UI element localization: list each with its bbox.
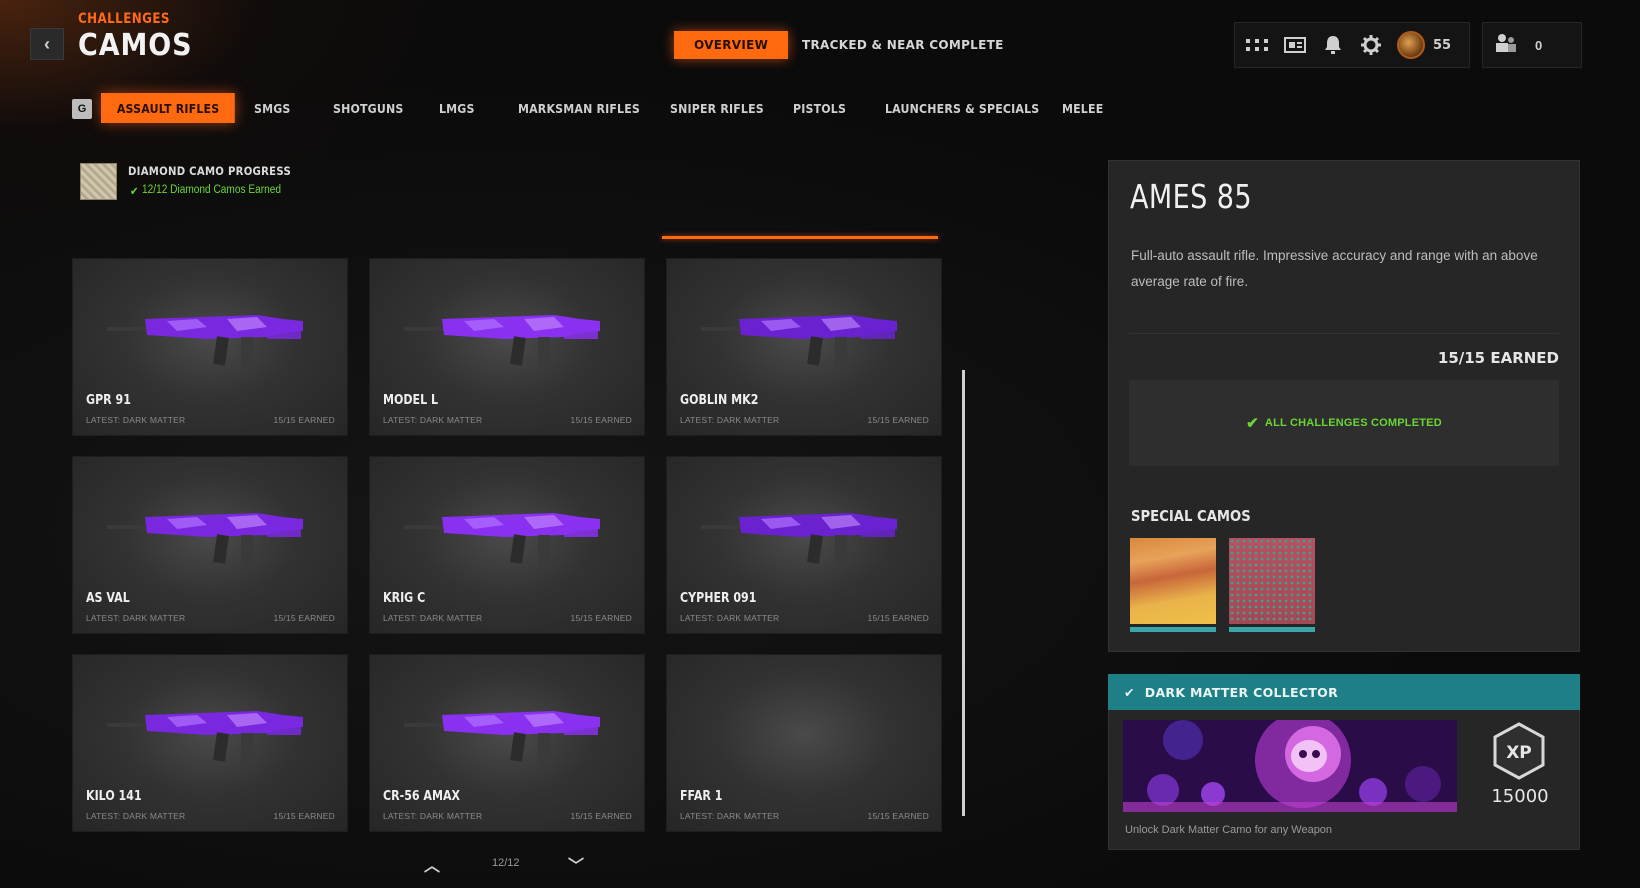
tab-pistols[interactable]: PISTOLS — [793, 93, 846, 123]
weapon-card[interactable]: AS VAL LATEST: DARK MATTER 15/15 EARNED — [72, 456, 348, 634]
weapon-card-earned: 15/15 EARNED — [273, 613, 335, 623]
weapon-card[interactable]: MODEL L LATEST: DARK MATTER 15/15 EARNED — [369, 258, 645, 436]
reward-description: Unlock Dark Matter Camo for any Weapon — [1125, 824, 1333, 836]
weapon-image — [107, 297, 317, 377]
weapon-card-name: GOBLIN MK2 — [680, 393, 759, 408]
party-count: 0 — [1535, 37, 1543, 53]
page-title: CAMOS — [78, 28, 193, 63]
utility-bar: 55 — [1234, 22, 1470, 68]
chevron-left-icon: ‹ — [44, 33, 50, 54]
tab-sniper-rifles[interactable]: SNIPER RIFLES — [670, 93, 764, 123]
breadcrumb: CHALLENGES — [78, 11, 170, 27]
svg-text:XP: XP — [1506, 743, 1532, 763]
weapon-image — [701, 297, 911, 377]
player-avatar[interactable] — [1397, 31, 1425, 59]
weapon-card-latest: LATEST: DARK MATTER — [86, 811, 186, 821]
reward-calling-card[interactable] — [1123, 720, 1457, 812]
weapon-card[interactable]: GOBLIN MK2 LATEST: DARK MATTER 15/15 EARNE… — [666, 258, 942, 436]
selection-indicator — [662, 236, 938, 239]
back-button[interactable]: ‹ — [30, 28, 64, 60]
weapon-name: AMES 85 — [1130, 177, 1253, 216]
key-hint-g: G — [72, 99, 92, 119]
id-card-icon[interactable] — [1283, 33, 1307, 57]
scrollbar[interactable] — [962, 370, 965, 816]
reward-header: ✔ DARK MATTER COLLECTOR — [1108, 674, 1580, 710]
diamond-progress-status: ✔ 12/12 Diamond Camos Earned — [130, 184, 281, 198]
check-icon: ✔ — [1246, 415, 1259, 432]
weapon-image — [404, 297, 614, 377]
weapon-card-name: KILO 141 — [86, 789, 142, 804]
weapon-card-earned: 15/15 EARNED — [867, 811, 929, 821]
weapon-image — [701, 495, 911, 575]
weapon-card-name: CR-56 AMAX — [383, 789, 461, 804]
page-up-button[interactable]: ︿ — [424, 852, 440, 876]
special-camos-title: SPECIAL CAMOS — [1131, 507, 1251, 525]
reward-panel: XP 15000 Unlock Dark Matter Camo for any… — [1108, 710, 1580, 850]
diamond-progress-title: DIAMOND CAMO PROGRESS — [128, 164, 292, 178]
page-down-button[interactable]: ﹀ — [568, 852, 584, 876]
party-icon — [1495, 33, 1517, 58]
tab-smgs[interactable]: SMGS — [254, 93, 291, 123]
weapon-card-latest: LATEST: DARK MATTER — [383, 415, 483, 425]
check-icon: ✔ — [1124, 684, 1135, 700]
weapon-image — [404, 495, 614, 575]
weapon-card-earned: 15/15 EARNED — [273, 415, 335, 425]
gear-icon[interactable] — [1359, 33, 1383, 57]
weapon-card[interactable]: CR-56 AMAX LATEST: DARK MATTER 15/15 EARNE… — [369, 654, 645, 832]
tab-launchers-specials[interactable]: LAUNCHERS & SPECIALS — [885, 93, 1039, 123]
xp-icon: XP — [1493, 722, 1545, 780]
weapon-card-name: FFAR 1 — [680, 789, 723, 804]
weapon-card-latest: LATEST: DARK MATTER — [680, 613, 780, 623]
challenges-completed-box: ✔ ALL CHALLENGES COMPLETED — [1129, 380, 1559, 466]
weapon-card-earned: 15/15 EARNED — [273, 811, 335, 821]
special-camo-swatch[interactable] — [1130, 538, 1216, 632]
chevron-down-icon: ﹀ — [568, 858, 585, 875]
earned-count: 15/15 EARNED — [1437, 349, 1559, 367]
weapon-card[interactable]: KILO 141 LATEST: DARK MATTER 15/15 EARNED — [72, 654, 348, 832]
check-icon: ✔ — [130, 186, 139, 198]
weapon-card[interactable]: GPR 91 LATEST: DARK MATTER 15/15 EARNED — [72, 258, 348, 436]
weapon-card-name: GPR 91 — [86, 393, 131, 408]
weapon-card-latest: LATEST: DARK MATTER — [383, 613, 483, 623]
weapon-card-latest: LATEST: DARK MATTER — [680, 415, 780, 425]
weapon-image — [404, 693, 614, 773]
tab-lmgs[interactable]: LMGS — [439, 93, 475, 123]
weapon-card-earned: 15/15 EARNED — [867, 415, 929, 425]
tab-marksman-rifles[interactable]: MARKSMAN RIFLES — [518, 93, 640, 123]
weapon-card-name: AS VAL — [86, 591, 130, 606]
weapon-image — [107, 495, 317, 575]
bell-icon[interactable] — [1321, 33, 1345, 57]
weapon-detail-panel: AMES 85 Full-auto assault rifle. Impress… — [1108, 160, 1580, 652]
weapon-card-earned: 15/15 EARNED — [570, 811, 632, 821]
weapon-card-name: CYPHER 091 — [680, 591, 757, 606]
weapon-image — [107, 693, 317, 773]
weapon-card-earned: 15/15 EARNED — [570, 415, 632, 425]
tab-overview[interactable]: OVERVIEW — [674, 31, 789, 59]
weapon-card-latest: LATEST: DARK MATTER — [86, 613, 186, 623]
tab-melee[interactable]: MELEE — [1062, 93, 1103, 123]
tab-tracked-near-complete[interactable]: TRACKED & NEAR COMPLETE — [782, 31, 1024, 59]
weapon-card[interactable]: FFAR 1 LATEST: DARK MATTER 15/15 EARNED — [666, 654, 942, 832]
weapon-card-latest: LATEST: DARK MATTER — [86, 415, 186, 425]
special-camo-swatch[interactable] — [1229, 538, 1315, 632]
tab-assault-rifles[interactable]: ASSAULT RIFLES — [101, 93, 236, 123]
page-indicator: 12/12 — [492, 857, 520, 869]
chevron-up-icon: ︿ — [424, 858, 441, 875]
xp-amount: 15000 — [1491, 786, 1549, 807]
grid-menu-icon[interactable] — [1245, 33, 1269, 57]
weapon-description: Full-auto assault rifle. Impressive accu… — [1131, 248, 1538, 289]
player-level: 55 — [1433, 37, 1452, 53]
divider — [1129, 333, 1559, 334]
weapon-card-name: KRIG C — [383, 591, 426, 606]
weapon-card-earned: 15/15 EARNED — [570, 613, 632, 623]
party-indicator[interactable]: 0 — [1482, 22, 1582, 68]
weapon-card-earned: 15/15 EARNED — [867, 613, 929, 623]
weapon-card[interactable]: CYPHER 091 LATEST: DARK MATTER 15/15 EARNE… — [666, 456, 942, 634]
tab-shotguns[interactable]: SHOTGUNS — [333, 93, 403, 123]
weapon-card-name: MODEL L — [383, 393, 439, 408]
weapon-card[interactable]: KRIG C LATEST: DARK MATTER 15/15 EARNED — [369, 456, 645, 634]
weapon-card-latest: LATEST: DARK MATTER — [383, 811, 483, 821]
weapon-card-latest: LATEST: DARK MATTER — [680, 811, 780, 821]
diamond-camo-thumbnail — [80, 163, 117, 200]
